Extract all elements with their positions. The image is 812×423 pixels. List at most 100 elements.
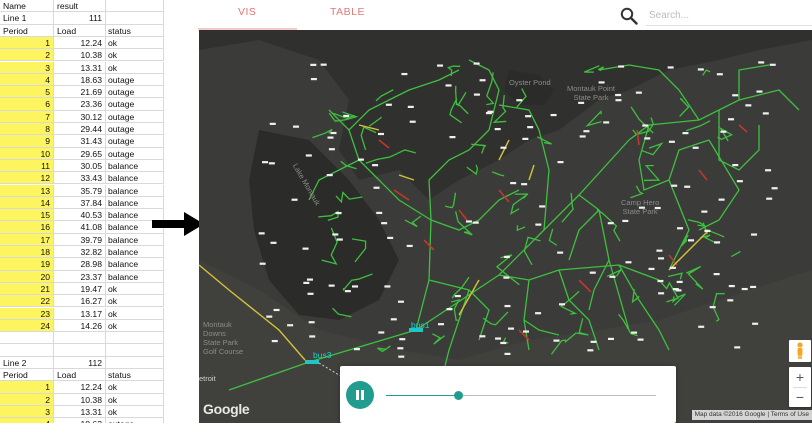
map-view[interactable]: Oyster Pond Montauk Point State Park Cam… bbox=[199, 30, 812, 423]
sheet-cell[interactable]: ok bbox=[106, 393, 164, 405]
sheet-cell[interactable]: ok bbox=[106, 319, 164, 332]
network-node[interactable] bbox=[756, 90, 763, 93]
network-node[interactable] bbox=[377, 132, 384, 136]
sheet-cell[interactable] bbox=[0, 344, 54, 356]
sheet-cell[interactable] bbox=[106, 332, 164, 344]
network-node[interactable] bbox=[328, 284, 335, 287]
network-node[interactable] bbox=[330, 131, 337, 135]
sheet-cell[interactable]: 31.43 bbox=[54, 135, 106, 147]
sheet-cell[interactable]: 14 bbox=[0, 196, 54, 209]
sheet-cell[interactable]: 32.82 bbox=[54, 246, 106, 258]
network-node[interactable] bbox=[734, 346, 741, 349]
sheet-cell[interactable]: 28.98 bbox=[54, 258, 106, 270]
network-node[interactable] bbox=[328, 148, 335, 151]
sheet-cell[interactable]: 2 bbox=[0, 393, 54, 405]
search-icon[interactable] bbox=[620, 7, 638, 25]
zoom-in-button[interactable]: + bbox=[789, 367, 811, 387]
sheet-cell[interactable]: 3 bbox=[0, 61, 54, 73]
sheet-cell[interactable]: ok bbox=[106, 36, 164, 49]
network-node[interactable] bbox=[504, 352, 511, 355]
sheet-cell[interactable]: 5 bbox=[0, 86, 54, 98]
sheet-cell[interactable]: status bbox=[106, 369, 164, 381]
sheet-cell[interactable]: balance bbox=[106, 172, 164, 184]
network-node[interactable] bbox=[701, 210, 708, 213]
sheet-cell[interactable]: 12 bbox=[0, 172, 54, 184]
network-node[interactable] bbox=[306, 278, 313, 281]
network-node[interactable] bbox=[437, 64, 444, 67]
network-node[interactable] bbox=[579, 135, 586, 138]
network-node[interactable] bbox=[390, 318, 397, 321]
network-node[interactable] bbox=[618, 65, 625, 68]
sheet-cell[interactable]: 16.27 bbox=[54, 295, 106, 307]
network-node[interactable] bbox=[336, 238, 343, 241]
sheet-cell[interactable]: 1 bbox=[0, 36, 54, 49]
street-view-button[interactable] bbox=[789, 340, 811, 362]
network-node[interactable] bbox=[266, 315, 273, 318]
sheet-cell[interactable]: status bbox=[106, 24, 164, 36]
network-node[interactable] bbox=[407, 105, 414, 108]
network-node[interactable] bbox=[397, 300, 404, 303]
sheet-cell[interactable]: 37.84 bbox=[54, 196, 106, 209]
network-node[interactable] bbox=[669, 266, 676, 269]
sheet-cell[interactable] bbox=[54, 332, 106, 344]
timeline-slider-thumb[interactable] bbox=[454, 391, 464, 400]
sheet-cell[interactable]: outage bbox=[106, 147, 164, 159]
sheet-cell[interactable]: 13.31 bbox=[54, 405, 106, 418]
network-node[interactable] bbox=[741, 287, 748, 291]
network-node[interactable] bbox=[736, 180, 743, 183]
sheet-cell[interactable]: 13 bbox=[0, 184, 54, 196]
network-node[interactable] bbox=[527, 126, 534, 129]
network-node[interactable] bbox=[485, 112, 492, 115]
sheet-cell[interactable]: balance bbox=[106, 196, 164, 209]
sheet-cell[interactable]: 19 bbox=[0, 258, 54, 270]
sheet-cell[interactable]: 2 bbox=[0, 49, 54, 61]
network-node[interactable] bbox=[473, 93, 480, 96]
network-node[interactable] bbox=[728, 284, 735, 288]
network-node[interactable] bbox=[587, 349, 594, 352]
network-node[interactable] bbox=[762, 112, 769, 115]
sheet-cell[interactable]: ok bbox=[106, 405, 164, 418]
network-node[interactable] bbox=[727, 299, 734, 302]
sheet-cell[interactable]: 112 bbox=[54, 356, 106, 368]
network-node[interactable] bbox=[765, 169, 772, 172]
sheet-cell[interactable]: 21 bbox=[0, 282, 54, 295]
network-node[interactable] bbox=[500, 341, 507, 345]
network-node[interactable] bbox=[771, 187, 778, 190]
sheet-cell[interactable]: ok bbox=[106, 49, 164, 61]
network-node[interactable] bbox=[269, 122, 276, 125]
network-node[interactable] bbox=[758, 61, 765, 64]
sheet-cell[interactable]: 3 bbox=[0, 405, 54, 418]
network-node[interactable] bbox=[631, 331, 638, 334]
network-node[interactable] bbox=[714, 241, 721, 244]
network-node[interactable] bbox=[504, 304, 511, 308]
map-canvas[interactable] bbox=[199, 30, 812, 423]
network-node[interactable] bbox=[310, 77, 317, 81]
network-node[interactable] bbox=[320, 63, 327, 66]
sheet-cell[interactable]: 13.17 bbox=[54, 307, 106, 319]
network-node[interactable] bbox=[472, 221, 479, 224]
network-node[interactable] bbox=[503, 276, 510, 279]
sheet-cell[interactable]: Line 1 bbox=[0, 12, 54, 24]
network-node[interactable] bbox=[326, 174, 333, 177]
sheet-cell[interactable]: Load bbox=[54, 24, 106, 36]
sheet-cell[interactable]: 23.36 bbox=[54, 98, 106, 110]
sheet-cell[interactable]: 29.65 bbox=[54, 147, 106, 159]
network-node[interactable] bbox=[675, 289, 682, 292]
network-node[interactable] bbox=[479, 335, 486, 338]
sheet-cell[interactable]: 21.69 bbox=[54, 86, 106, 98]
network-node[interactable] bbox=[399, 338, 406, 341]
network-node[interactable] bbox=[385, 103, 392, 106]
sheet-cell[interactable]: 24 bbox=[0, 319, 54, 332]
sheet-cell[interactable] bbox=[106, 0, 164, 12]
network-node[interactable] bbox=[671, 184, 678, 187]
sheet-cell[interactable]: balance bbox=[106, 258, 164, 270]
network-node[interactable] bbox=[291, 198, 298, 201]
network-node[interactable] bbox=[732, 94, 739, 97]
sheet-cell[interactable]: outage bbox=[106, 110, 164, 122]
network-node[interactable] bbox=[698, 325, 705, 328]
sheet-cell[interactable]: 20 bbox=[0, 270, 54, 282]
sheet-cell[interactable]: outage bbox=[106, 135, 164, 147]
network-node[interactable] bbox=[406, 244, 413, 248]
sheet-cell[interactable]: 30.05 bbox=[54, 159, 106, 172]
network-node[interactable] bbox=[344, 290, 351, 293]
